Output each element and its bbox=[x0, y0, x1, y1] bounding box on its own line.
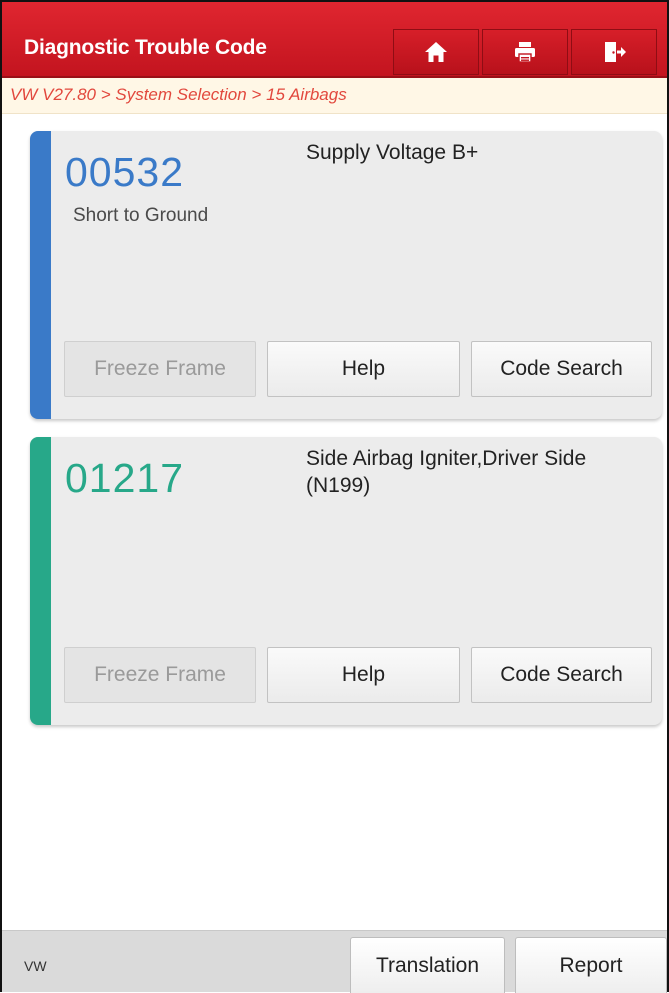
vehicle-label: VW bbox=[24, 958, 47, 974]
code-search-button[interactable]: Code Search bbox=[471, 341, 652, 397]
help-button[interactable]: Help bbox=[267, 341, 460, 397]
dtc-code: 00532 bbox=[65, 149, 185, 195]
exit-button[interactable] bbox=[571, 29, 657, 75]
translation-button[interactable]: Translation bbox=[350, 937, 505, 993]
home-button[interactable] bbox=[393, 29, 479, 75]
help-button[interactable]: Help bbox=[267, 647, 460, 703]
title-bar: Diagnostic Trouble Code bbox=[2, 2, 667, 78]
breadcrumb-text: VW V27.80 > System Selection > 15 Airbag… bbox=[10, 85, 347, 104]
print-button[interactable] bbox=[482, 29, 568, 75]
dtc-accent-stripe bbox=[30, 131, 51, 419]
freeze-frame-button[interactable]: Freeze Frame bbox=[64, 341, 256, 397]
footer-bar: VW Translation Report bbox=[2, 930, 667, 993]
freeze-frame-button[interactable]: Freeze Frame bbox=[64, 647, 256, 703]
code-search-button[interactable]: Code Search bbox=[471, 647, 652, 703]
dtc-accent-stripe bbox=[30, 437, 51, 725]
exit-icon bbox=[605, 42, 626, 62]
dtc-card: 01217 Side Airbag Igniter,Driver Side (N… bbox=[30, 437, 662, 725]
dtc-card: 00532 Short to Ground Supply Voltage B+ … bbox=[30, 131, 662, 419]
printer-icon bbox=[515, 42, 535, 63]
dtc-status: Short to Ground bbox=[73, 205, 209, 226]
dtc-description: Supply Voltage B+ bbox=[306, 141, 479, 164]
dtc-code: 01217 bbox=[65, 455, 185, 501]
breadcrumb: VW V27.80 > System Selection > 15 Airbag… bbox=[2, 78, 667, 114]
dtc-description: Side Airbag Igniter,Driver Side (N199) bbox=[306, 447, 587, 497]
report-button[interactable]: Report bbox=[515, 937, 667, 993]
page-title: Diagnostic Trouble Code bbox=[24, 36, 267, 59]
home-icon bbox=[425, 42, 447, 62]
